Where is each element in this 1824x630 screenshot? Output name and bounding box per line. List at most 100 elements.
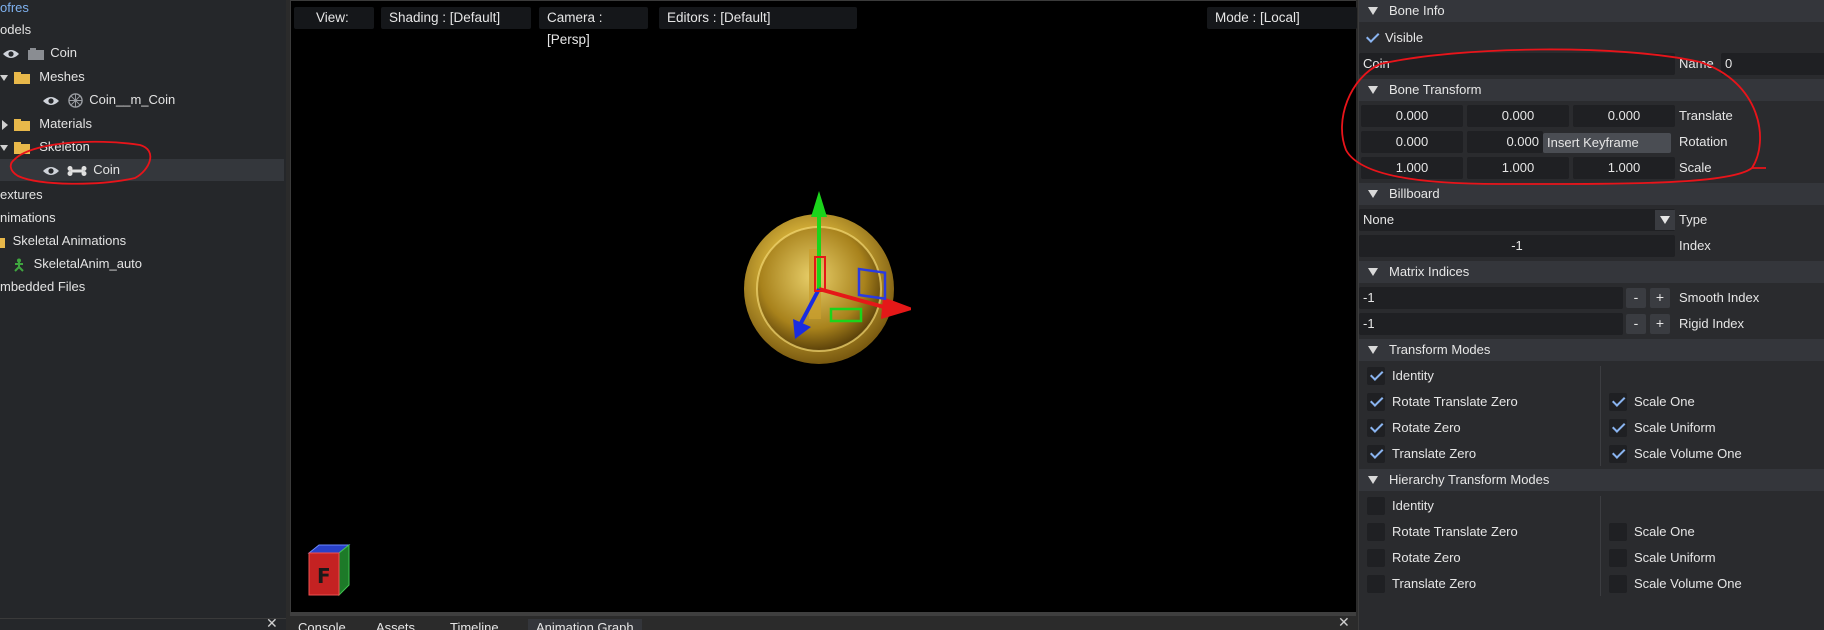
- outliner-models[interactable]: odels: [0, 19, 31, 41]
- tab-console[interactable]: Console: [290, 619, 354, 630]
- properties-panel: Bone Info Visible Coin Name 0 Bone Trans…: [1358, 0, 1824, 630]
- name-label: Name: [1679, 56, 1714, 71]
- type-label: Type: [1679, 212, 1708, 227]
- mode-menu[interactable]: Mode : [Local]: [1207, 7, 1357, 29]
- htm-identity-checkbox[interactable]: [1367, 497, 1385, 515]
- smooth-index-field[interactable]: -1: [1359, 287, 1623, 309]
- tm-scale-one-checkbox[interactable]: [1609, 393, 1627, 411]
- translate-z-field[interactable]: 0.000: [1573, 105, 1675, 127]
- outliner-materials[interactable]: Materials: [0, 113, 92, 135]
- coin-model[interactable]: [731, 181, 911, 371]
- chevron-down-icon[interactable]: [0, 143, 10, 153]
- tm-identity-checkbox[interactable]: [1367, 367, 1385, 385]
- insert-keyframe-menu[interactable]: Insert Keyframe: [1543, 133, 1671, 153]
- index-label: Index: [1679, 238, 1711, 253]
- visible-checkbox[interactable]: [1363, 29, 1381, 47]
- translate-x-field[interactable]: 0.000: [1361, 105, 1463, 127]
- shading-menu[interactable]: Shading : [Default]: [381, 7, 531, 29]
- htm-scale-volume-one-checkbox[interactable]: [1609, 575, 1627, 593]
- outliner-textures[interactable]: extures: [0, 184, 43, 206]
- outliner-skeletal-animations[interactable]: Skeletal Animations: [0, 230, 126, 252]
- folder-icon: [13, 71, 30, 84]
- outliner-animations[interactable]: nimations: [0, 207, 56, 229]
- meshes-label: Meshes: [39, 69, 85, 84]
- divider: [1600, 496, 1601, 596]
- tm-scale-volume-one-checkbox[interactable]: [1609, 445, 1627, 463]
- scale-y-field[interactable]: 1.000: [1467, 157, 1569, 179]
- htm-scale-volume-one-label: Scale Volume One: [1634, 576, 1742, 591]
- tm-translate-zero-checkbox[interactable]: [1367, 445, 1385, 463]
- chevron-down-icon[interactable]: [1655, 210, 1675, 230]
- outliner-meshes[interactable]: Meshes: [0, 66, 85, 88]
- htm-rotate-zero-label: Rotate Zero: [1392, 550, 1461, 565]
- camera-menu[interactable]: Camera : [Persp]: [539, 7, 648, 47]
- rotation-label: Rotation: [1679, 134, 1728, 149]
- eye-icon[interactable]: [42, 165, 60, 177]
- htm-scale-one-label: Scale One: [1634, 524, 1695, 539]
- bone-info-header[interactable]: Bone Info: [1359, 0, 1824, 22]
- hierarchy-transform-modes-title: Hierarchy Transform Modes: [1389, 472, 1550, 487]
- bone-index-field[interactable]: 0: [1721, 53, 1824, 75]
- hierarchy-transform-modes-header[interactable]: Hierarchy Transform Modes: [1359, 469, 1824, 491]
- htm-scale-one-checkbox[interactable]: [1609, 523, 1627, 541]
- close-icon[interactable]: ✕: [1338, 614, 1350, 630]
- billboard-index-field[interactable]: -1: [1359, 235, 1675, 257]
- folder-icon: [13, 118, 30, 131]
- view-menu[interactable]: View:: [294, 7, 374, 29]
- htm-translate-zero-checkbox[interactable]: [1367, 575, 1385, 593]
- model-coin-label: Coin: [50, 45, 77, 60]
- bone-name-field[interactable]: Coin: [1359, 53, 1675, 75]
- matrix-indices-header[interactable]: Matrix Indices: [1359, 261, 1824, 283]
- eye-icon[interactable]: [2, 48, 20, 60]
- chevron-down-icon[interactable]: [0, 73, 10, 83]
- skeletal-anim-icon: [14, 258, 24, 272]
- chevron-right-icon[interactable]: [0, 119, 10, 130]
- 3d-viewport[interactable]: View: Shading : [Default] Camera : [Pers…: [290, 0, 1357, 612]
- outliner-model-coin[interactable]: Coin: [0, 42, 77, 64]
- tm-rotate-zero-checkbox[interactable]: [1367, 419, 1385, 437]
- htm-rotate-translate-zero-checkbox[interactable]: [1367, 523, 1385, 541]
- scale-z-field[interactable]: 1.000: [1573, 157, 1675, 179]
- billboard-type-dropdown[interactable]: None: [1359, 209, 1675, 231]
- smooth-index-plus-button[interactable]: +: [1650, 288, 1670, 308]
- htm-rotate-translate-zero-label: Rotate Translate Zero: [1392, 524, 1518, 539]
- tm-identity-label: Identity: [1392, 368, 1434, 383]
- outliner-root[interactable]: ofres: [0, 0, 29, 19]
- editors-menu[interactable]: Editors : [Default]: [659, 7, 857, 29]
- outliner-bone-coin[interactable]: Coin: [0, 159, 284, 181]
- materials-label: Materials: [39, 116, 92, 131]
- divider: [1600, 366, 1601, 466]
- eye-icon[interactable]: [42, 95, 60, 107]
- outliner-panel: ofres odels Coin Meshes Coin__m_Coin Mat…: [0, 0, 286, 630]
- tab-timeline[interactable]: Timeline: [442, 619, 507, 630]
- view-label: View:: [316, 10, 349, 25]
- transform-modes-header[interactable]: Transform Modes: [1359, 339, 1824, 361]
- smooth-index-label: Smooth Index: [1679, 290, 1760, 305]
- outliner-bottom-bar: ✕: [0, 615, 286, 630]
- tab-animation-graph[interactable]: Animation Graph: [528, 619, 642, 630]
- billboard-header[interactable]: Billboard: [1359, 183, 1824, 205]
- tm-rotate-translate-zero-checkbox[interactable]: [1367, 393, 1385, 411]
- outliner-skel-anim-item[interactable]: SkeletalAnim_auto: [12, 253, 142, 275]
- outliner-embedded-files[interactable]: mbedded Files: [0, 276, 85, 298]
- tm-scale-uniform-checkbox[interactable]: [1609, 419, 1627, 437]
- cube-face-label: F: [317, 564, 331, 588]
- model-icon: [27, 47, 44, 60]
- smooth-index-minus-button[interactable]: -: [1626, 288, 1646, 308]
- rotation-x-field[interactable]: 0.000: [1361, 131, 1463, 153]
- tab-assets[interactable]: Assets: [368, 619, 423, 630]
- outliner-skeleton[interactable]: Skeleton: [0, 136, 90, 158]
- orientation-cube-icon[interactable]: F: [303, 543, 351, 603]
- rigid-index-plus-button[interactable]: +: [1650, 314, 1670, 334]
- bone-coin-label: Coin: [93, 162, 120, 177]
- rigid-index-field[interactable]: -1: [1359, 313, 1623, 335]
- scale-x-field[interactable]: 1.000: [1361, 157, 1463, 179]
- rotation-y-field[interactable]: 0.000: [1467, 131, 1543, 153]
- close-icon[interactable]: ✕: [266, 615, 278, 630]
- outliner-mesh-item[interactable]: Coin__m_Coin: [42, 89, 175, 111]
- bone-transform-header[interactable]: Bone Transform: [1359, 79, 1824, 101]
- rigid-index-minus-button[interactable]: -: [1626, 314, 1646, 334]
- htm-scale-uniform-checkbox[interactable]: [1609, 549, 1627, 567]
- htm-rotate-zero-checkbox[interactable]: [1367, 549, 1385, 567]
- translate-y-field[interactable]: 0.000: [1467, 105, 1569, 127]
